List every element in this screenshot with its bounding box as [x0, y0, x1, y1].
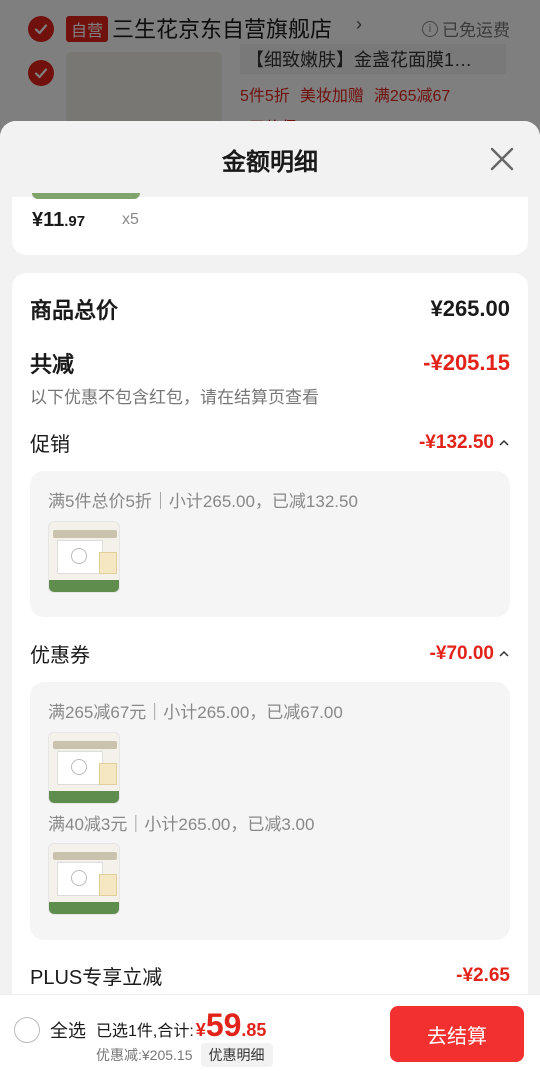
plus-label: PLUS专享立减 [30, 967, 163, 989]
sheet-title: 金额明细 [222, 148, 318, 176]
product-thumbnail[interactable] [48, 732, 120, 804]
total-decimal: .85 [241, 1020, 267, 1040]
coupon-detail-text: 满265减67元｜小计265.00，已减67.00 [48, 703, 343, 722]
summary-label: 已选1件,合计: [96, 1023, 194, 1040]
checkout-button[interactable]: 去结算 [390, 1006, 524, 1062]
total-integer: 59 [205, 1007, 242, 1043]
promo-value: -¥132.50 [419, 432, 510, 454]
promo-label: 促销 [30, 434, 70, 456]
chevron-up-icon [499, 439, 509, 446]
breakdown-card: 商品总价 ¥265.00 共减 -¥205.15 以下优惠不包含红包，请在结算页… [12, 273, 528, 1013]
total-row: 商品总价 ¥265.00 [30, 293, 510, 325]
coupon-value: -¥70.00 [430, 643, 510, 665]
promo-detail-text: 满5件总价5折｜小计265.00，已减132.50 [48, 492, 358, 511]
coupon-detail-text: 满40减3元｜小计265.00，已减3.00 [48, 815, 315, 834]
discount-summary-text: 优惠减:¥205.15 [96, 1047, 193, 1063]
product-thumbnail[interactable] [48, 843, 120, 915]
total-label: 商品总价 [30, 298, 119, 323]
checkout-bar: 全选 已选1件,合计: ¥ 59 .85 优惠减:¥205.15 优惠明细 去结… [0, 994, 540, 1071]
product-image-peek [32, 193, 140, 199]
total-summary: 已选1件,合计: ¥ 59 .85 [96, 1007, 266, 1044]
amount-detail-sheet: 金额明细 ¥11.97 x5 商品总价 ¥265.00 共减 -¥205.15 … [0, 121, 540, 1071]
promo-detail-box: 满5件总价5折｜小计265.00，已减132.50 [30, 471, 510, 617]
select-all-label: 全选 [50, 1021, 86, 1041]
discount-label: 共减 [30, 352, 75, 377]
discount-summary: 优惠减:¥205.15 优惠明细 [96, 1043, 273, 1067]
plus-value: -¥2.65 [456, 964, 510, 986]
unit-price: ¥11.97 [32, 209, 86, 231]
discount-note: 以下优惠不包含红包，请在结算页查看 [30, 388, 319, 407]
quantity: x5 [122, 211, 139, 228]
close-icon[interactable] [488, 145, 516, 173]
promo-row[interactable]: 促销 -¥132.50 [30, 428, 510, 457]
product-thumbnail[interactable] [48, 521, 120, 593]
discount-value: -¥205.15 [423, 350, 510, 375]
currency-symbol: ¥ [195, 1020, 206, 1040]
coupon-detail-box: 满265减67元｜小计265.00，已减67.00 满40减3元｜小计265.0… [30, 682, 510, 940]
sheet-header: 金额明细 [0, 121, 540, 197]
discount-detail-button[interactable]: 优惠明细 [200, 1043, 273, 1067]
product-summary-card: ¥11.97 x5 [12, 193, 528, 255]
select-all-radio[interactable] [14, 1017, 40, 1043]
total-value: ¥265.00 [430, 296, 510, 321]
discount-row: 共减 -¥205.15 [30, 347, 510, 379]
coupon-row[interactable]: 优惠券 -¥70.00 [30, 639, 510, 668]
plus-row: PLUS专享立减 -¥2.65 [30, 961, 510, 990]
coupon-label: 优惠券 [30, 645, 90, 667]
chevron-up-icon [499, 650, 509, 657]
select-all[interactable]: 全选 [14, 1017, 86, 1043]
